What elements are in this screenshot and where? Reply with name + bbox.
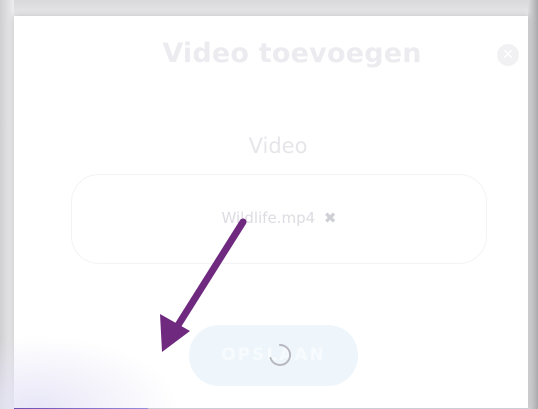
bottom-left-glow [0, 336, 180, 409]
close-icon: ✕ [502, 47, 514, 63]
dialog-title: Video toevoegen [162, 38, 422, 69]
close-button[interactable]: ✕ [497, 44, 519, 66]
video-upload-field[interactable]: Wildlife.mp4 ✖ [71, 174, 487, 264]
screenshot-frame: Video toevoegen ✕ Video Wildlife.mp4 ✖ O… [0, 0, 538, 409]
remove-file-icon[interactable]: ✖ [324, 209, 337, 227]
add-video-dialog: Video toevoegen ✕ Video Wildlife.mp4 ✖ O… [0, 16, 528, 409]
loading-spinner-icon [269, 343, 292, 366]
file-name: Wildlife.mp4 [221, 209, 316, 227]
video-field-label: Video [248, 134, 308, 158]
background-top-edge [0, 0, 538, 16]
selected-file-chip: Wildlife.mp4 ✖ [72, 209, 486, 227]
